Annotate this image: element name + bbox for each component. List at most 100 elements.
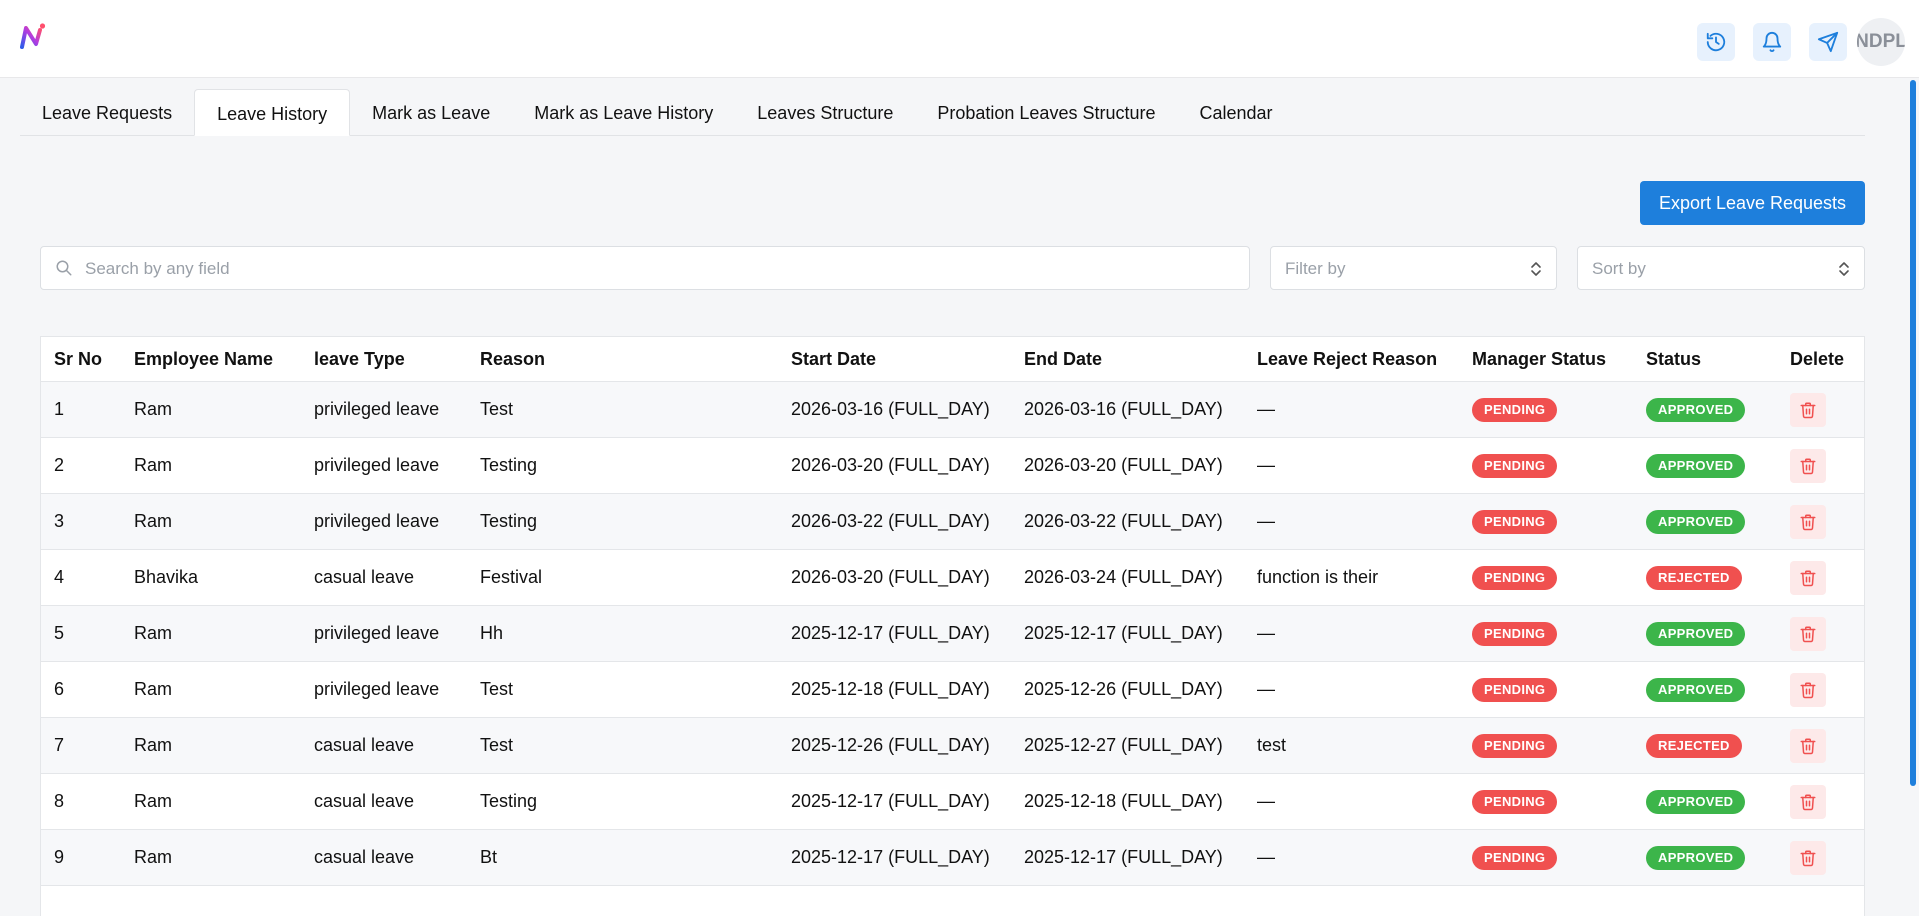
cell-reason: Test: [467, 381, 778, 438]
cell-employee-name: Ram: [121, 773, 301, 830]
search-input[interactable]: [83, 247, 1237, 291]
cell-end-date: 2026-03-24 (FULL_DAY): [1011, 549, 1244, 606]
cell-status: APPROVED: [1633, 661, 1777, 718]
cell-manager-status: PENDING: [1459, 605, 1633, 662]
cell-start-date: 2026-03-16 (FULL_DAY): [778, 381, 1011, 438]
cell-leave-type: casual leave: [301, 773, 467, 830]
cell-manager-status: PENDING: [1459, 773, 1633, 830]
cell-employee-name: Bhavika: [121, 549, 301, 606]
export-leave-requests-button[interactable]: Export Leave Requests: [1640, 181, 1865, 225]
notifications-button[interactable]: [1753, 23, 1791, 61]
tab-mark-as-leave-history[interactable]: Mark as Leave History: [512, 89, 735, 135]
cell-start-date: 2026-03-20 (FULL_DAY): [778, 437, 1011, 494]
cell-sr-no: 1: [41, 381, 121, 438]
header-actions: NDPL: [1697, 18, 1905, 66]
cell-reason: Hh: [467, 605, 778, 662]
cell-start-date: 2025-12-17 (FULL_DAY): [778, 829, 1011, 886]
cell-manager-status: PENDING: [1459, 717, 1633, 774]
table-header-row: Sr No Employee Name leave Type Reason St…: [41, 337, 1864, 382]
manager-status-badge: PENDING: [1472, 397, 1558, 422]
cell-employee-name: Ram: [121, 717, 301, 774]
cell-delete: [1777, 549, 1864, 606]
cell-reason: Testing: [467, 493, 778, 550]
cell-reason: Test: [467, 717, 778, 774]
cell-reject-reason: —: [1244, 829, 1459, 886]
cell-manager-status: PENDING: [1459, 493, 1633, 550]
status-badge: APPROVED: [1646, 509, 1746, 534]
search-box: [40, 246, 1250, 291]
table-row: 2 Ram privileged leave Testing 2026-03-20 (F…: [41, 437, 1864, 494]
cell-delete: [1777, 381, 1864, 438]
tab-leave-requests[interactable]: Leave Requests: [20, 89, 194, 135]
manager-status-badge: PENDING: [1472, 621, 1558, 646]
page-scrollbar[interactable]: [1910, 80, 1916, 786]
tab-mark-as-leave[interactable]: Mark as Leave: [350, 89, 512, 135]
avatar[interactable]: NDPL: [1857, 18, 1905, 66]
history-button[interactable]: [1697, 23, 1735, 61]
cell-manager-status: PENDING: [1459, 549, 1633, 606]
cell-start-date: 2025-12-17 (FULL_DAY): [778, 773, 1011, 830]
send-icon: [1817, 31, 1839, 53]
cell-status: REJECTED: [1633, 717, 1777, 774]
cell-delete: [1777, 717, 1864, 774]
cell-sr-no: 5: [41, 605, 121, 662]
delete-button[interactable]: [1790, 504, 1826, 539]
cell-sr-no: 3: [41, 493, 121, 550]
cell-status: APPROVED: [1633, 437, 1777, 494]
manager-status-badge: PENDING: [1472, 677, 1558, 702]
tab-calendar[interactable]: Calendar: [1178, 89, 1295, 135]
brand-logo-icon[interactable]: [18, 22, 48, 52]
cell-status: APPROVED: [1633, 829, 1777, 886]
delete-button[interactable]: [1790, 448, 1826, 483]
manager-status-badge: PENDING: [1472, 509, 1558, 534]
trash-icon: [1800, 794, 1816, 810]
tab-leave-history[interactable]: Leave History: [194, 89, 351, 136]
manager-status-badge: PENDING: [1472, 733, 1558, 758]
delete-button[interactable]: [1790, 672, 1826, 707]
cell-end-date: 2026-03-22 (FULL_DAY): [1011, 493, 1244, 550]
delete-button[interactable]: [1790, 560, 1826, 595]
cell-reason: Festival: [467, 549, 778, 606]
cell-delete: [1777, 773, 1864, 830]
column-header: leave Type: [301, 337, 467, 382]
trash-icon: [1800, 682, 1816, 698]
column-header: Start Date: [778, 337, 1011, 382]
cell-delete: [1777, 493, 1864, 550]
delete-button[interactable]: [1790, 616, 1826, 651]
cell-employee-name: Ram: [121, 829, 301, 886]
cell-delete: [1777, 661, 1864, 718]
trash-icon: [1800, 850, 1816, 866]
cell-reason: Bt: [467, 829, 778, 886]
cell-start-date: 2025-12-17 (FULL_DAY): [778, 605, 1011, 662]
sort-select[interactable]: Sort by: [1577, 246, 1865, 290]
cell-leave-type: privileged leave: [301, 493, 467, 550]
trash-icon: [1800, 402, 1816, 418]
filter-select[interactable]: Filter by: [1270, 246, 1557, 290]
delete-button[interactable]: [1790, 784, 1826, 819]
manager-status-badge: PENDING: [1472, 453, 1558, 478]
tab-leaves-structure[interactable]: Leaves Structure: [735, 89, 915, 135]
status-badge: REJECTED: [1646, 565, 1742, 590]
cell-end-date: 2025-12-27 (FULL_DAY): [1011, 717, 1244, 774]
delete-button[interactable]: [1790, 392, 1826, 427]
status-badge: APPROVED: [1646, 621, 1746, 646]
delete-button[interactable]: [1790, 840, 1826, 875]
status-badge: APPROVED: [1646, 789, 1746, 814]
filter-placeholder: Filter by: [1285, 259, 1346, 278]
send-button[interactable]: [1809, 23, 1847, 61]
cell-leave-type: casual leave: [301, 549, 467, 606]
cell-start-date: 2025-12-18 (FULL_DAY): [778, 661, 1011, 718]
tab-probation-leaves-structure[interactable]: Probation Leaves Structure: [915, 89, 1177, 135]
cell-status: APPROVED: [1633, 773, 1777, 830]
cell-delete: [1777, 829, 1864, 886]
cell-end-date: 2025-12-17 (FULL_DAY): [1011, 605, 1244, 662]
status-badge: APPROVED: [1646, 397, 1746, 422]
cell-reject-reason: —: [1244, 773, 1459, 830]
cell-start-date: 2026-03-20 (FULL_DAY): [778, 549, 1011, 606]
leave-history-table: Sr No Employee Name leave Type Reason St…: [40, 336, 1865, 916]
trash-icon: [1800, 514, 1816, 530]
top-bar: NDPL: [0, 0, 1919, 78]
delete-button[interactable]: [1790, 728, 1826, 763]
cell-end-date: 2025-12-18 (FULL_DAY): [1011, 773, 1244, 830]
cell-employee-name: Ram: [121, 605, 301, 662]
